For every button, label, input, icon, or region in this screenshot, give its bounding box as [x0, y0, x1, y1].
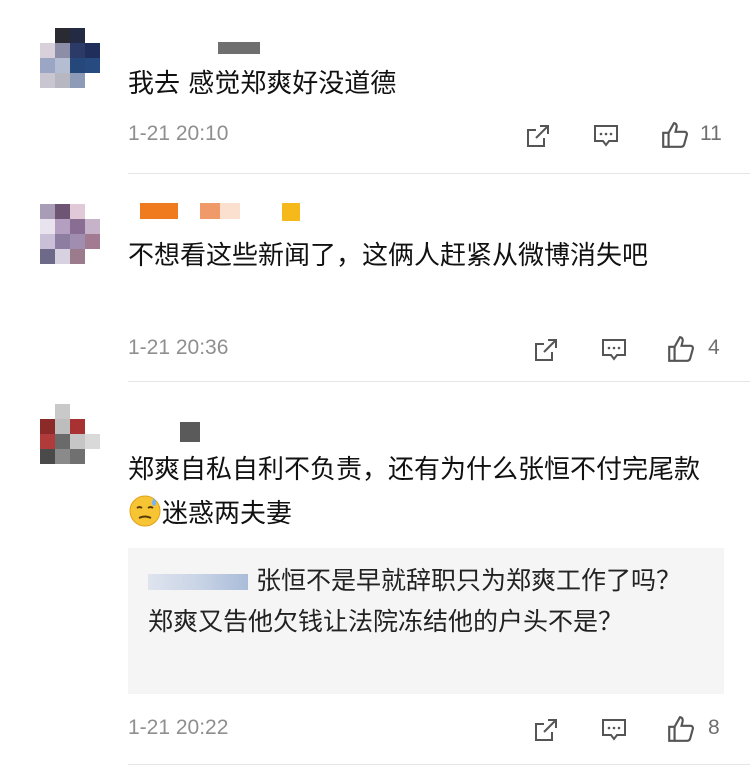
- reply-text: 张恒不是早就辞职只为郑爽工作了吗？郑爽又告他欠钱让法院冻结他的户头不是？: [148, 560, 704, 642]
- like-count: 8: [708, 716, 720, 739]
- comment-text: 郑爽自私自利不负责，还有为什么张恒不付完尾款 迷惑两夫妻: [128, 448, 728, 536]
- reply-username-redacted[interactable]: [148, 574, 248, 590]
- comment-item: 郑爽自私自利不负责，还有为什么张恒不付完尾款 迷惑两夫妻 张恒不是早就辞职只为郑…: [0, 0, 750, 772]
- share-icon[interactable]: [532, 716, 560, 744]
- thumbs-up-icon[interactable]: [666, 714, 696, 744]
- comment-time: 1-21 20:22: [128, 716, 229, 739]
- username-redacted[interactable]: [180, 422, 200, 442]
- comment-text-part: 郑爽自私自利不负责，还有为什么张恒不付完尾款: [128, 455, 701, 485]
- comment-text-part: 迷惑两夫妻: [162, 499, 293, 529]
- avatar[interactable]: [40, 404, 100, 464]
- sweat-emoji: [128, 494, 162, 528]
- comment-icon[interactable]: [600, 716, 628, 744]
- divider: [128, 764, 750, 765]
- reply-box[interactable]: 张恒不是早就辞职只为郑爽工作了吗？郑爽又告他欠钱让法院冻结他的户头不是？: [128, 548, 724, 694]
